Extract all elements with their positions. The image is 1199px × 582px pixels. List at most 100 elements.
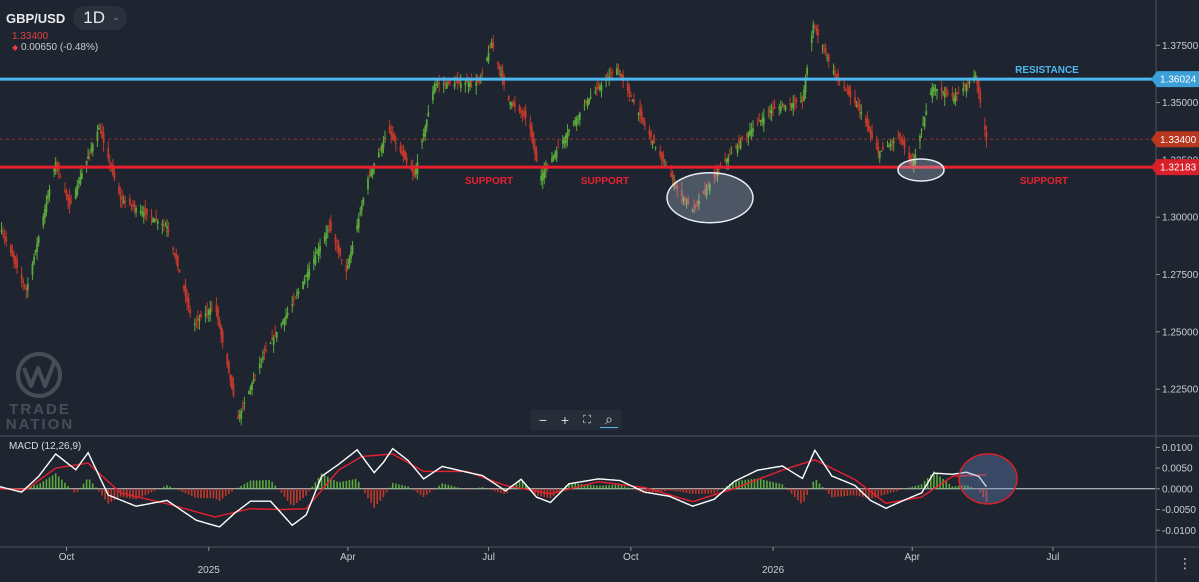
macd-histogram-bar xyxy=(945,481,948,489)
candle-body xyxy=(835,74,838,78)
macd-histogram-bar xyxy=(602,485,604,489)
magnifier-button[interactable]: ⌕ xyxy=(600,411,618,428)
macd-histogram-bar xyxy=(200,488,202,499)
candle-body xyxy=(183,285,185,291)
macd-histogram-bar xyxy=(608,485,610,489)
symbol-label[interactable]: GBP/USD xyxy=(6,11,65,26)
candle-body xyxy=(64,191,66,193)
candle-body xyxy=(513,102,516,107)
macd-histogram-bar xyxy=(852,488,855,496)
candle-body xyxy=(756,122,759,124)
candle-body xyxy=(670,173,672,177)
candle-body xyxy=(449,81,451,84)
macd-histogram-bar xyxy=(354,478,357,489)
macd-histogram-bar xyxy=(948,484,951,489)
macd-histogram-bar xyxy=(905,488,907,489)
zoom-in-button[interactable]: + xyxy=(556,412,574,428)
candle-body xyxy=(351,245,354,254)
candle-body xyxy=(730,153,733,155)
candle-body xyxy=(145,208,148,215)
candle-body xyxy=(804,78,807,93)
fit-screen-button[interactable]: ⛶ xyxy=(578,412,596,428)
macd-histogram-bar xyxy=(800,488,802,504)
macd-histogram-bar xyxy=(920,484,923,489)
candle-body xyxy=(442,83,445,85)
candle-body xyxy=(317,249,320,256)
macd-histogram-bar xyxy=(889,488,892,493)
macd-histogram-bar xyxy=(129,488,131,499)
candle-body xyxy=(727,157,730,163)
macd-histogram-bar xyxy=(302,488,304,499)
macd-histogram-bar xyxy=(827,488,830,494)
candle-body xyxy=(875,142,878,150)
candle-body xyxy=(897,137,900,139)
candle-body xyxy=(76,185,79,195)
macd-histogram-bar xyxy=(775,482,777,489)
candle-body xyxy=(382,141,385,149)
macd-histogram-bar xyxy=(880,488,883,496)
candle-body xyxy=(67,195,69,201)
macd-histogram-bar xyxy=(599,485,601,489)
macd-histogram-bar xyxy=(435,487,437,489)
candle-body xyxy=(280,323,283,326)
candle-body xyxy=(254,374,257,376)
candle-body xyxy=(5,237,8,242)
macd-axis-tick-label: -0.0050 xyxy=(1162,505,1196,516)
candle-body xyxy=(826,57,829,59)
candle-body xyxy=(98,127,100,130)
candle-body xyxy=(11,250,14,257)
macd-histogram-bar xyxy=(917,485,920,489)
candle-body xyxy=(161,223,164,226)
candle-body xyxy=(577,115,580,117)
timeframe-selector[interactable]: 1D ⌄ xyxy=(73,6,127,30)
candle-body xyxy=(258,363,261,369)
macd-histogram-bar xyxy=(620,485,623,489)
macd-histogram-bar xyxy=(664,488,666,492)
candle-body xyxy=(294,297,297,299)
macd-histogram-bar xyxy=(67,486,69,489)
candle-body xyxy=(832,71,835,73)
zoom-out-button[interactable]: − xyxy=(534,412,552,428)
candle-body xyxy=(326,229,329,231)
candle-body xyxy=(821,46,824,48)
candle-body xyxy=(243,403,246,405)
candle-body xyxy=(767,111,770,113)
candle-body xyxy=(903,140,906,149)
candle-body xyxy=(402,150,405,158)
candle-body xyxy=(469,82,471,88)
candle-body xyxy=(589,96,592,99)
candle-body xyxy=(101,130,103,138)
macd-histogram-bar xyxy=(484,488,487,489)
candle-body xyxy=(633,99,635,104)
macd-histogram-bar xyxy=(713,488,716,494)
macd-histogram-bar xyxy=(747,479,750,489)
candle-body xyxy=(888,144,890,146)
candle-body xyxy=(87,156,90,160)
macd-histogram-bar xyxy=(333,479,335,489)
candle-body xyxy=(945,87,948,94)
macd-histogram-bar xyxy=(812,481,815,489)
macd-histogram-bar xyxy=(184,488,187,494)
candle-body xyxy=(229,374,232,381)
macd-histogram-bar xyxy=(605,485,607,489)
candle-body xyxy=(628,86,631,94)
candle-body xyxy=(759,120,762,122)
macd-histogram-bar xyxy=(88,479,91,489)
macd-histogram-bar xyxy=(793,488,796,498)
more-menu-icon[interactable]: ⋮ xyxy=(1178,556,1192,570)
candle-body xyxy=(637,112,640,116)
candle-body xyxy=(142,212,145,217)
candle-body xyxy=(153,219,156,223)
candle-body xyxy=(195,321,198,323)
macd-histogram-bar xyxy=(626,487,629,489)
candle-body xyxy=(934,88,937,90)
candle-body xyxy=(654,146,657,148)
candle-body xyxy=(251,383,253,390)
candle-body xyxy=(189,309,192,314)
macd-histogram-bar xyxy=(837,488,839,497)
candle-body xyxy=(425,119,428,128)
macd-histogram-bar xyxy=(382,488,385,498)
macd-histogram-bar xyxy=(453,486,456,489)
candle-body xyxy=(769,111,771,113)
candle-body xyxy=(801,96,804,101)
